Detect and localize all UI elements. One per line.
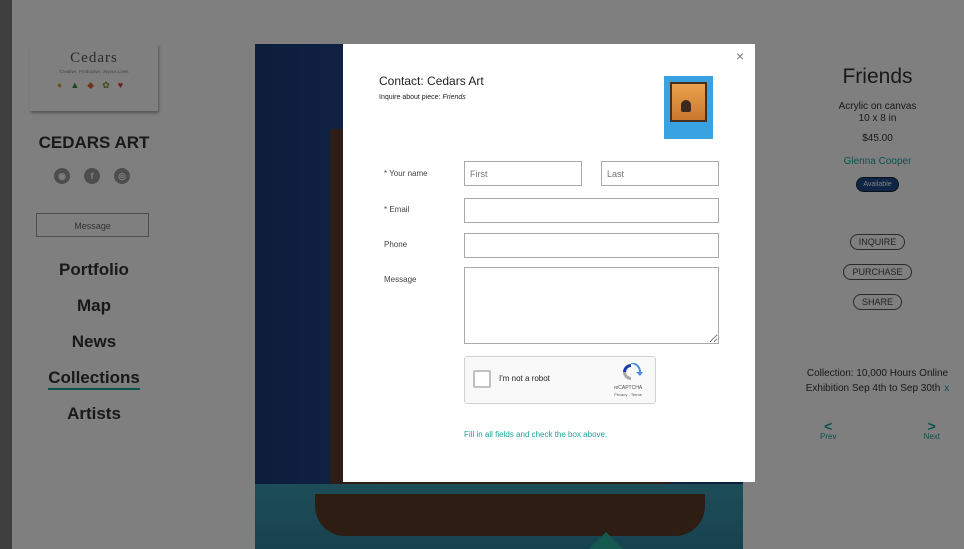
artwork-thumbnail [664, 76, 713, 139]
recaptcha-widget: I'm not a robot reCAPTCHA Privacy - Term… [464, 356, 656, 404]
phone-label: Phone [384, 240, 408, 249]
phone-field[interactable] [464, 233, 719, 258]
close-icon[interactable]: × [736, 48, 744, 64]
name-label: * Your name [384, 169, 428, 178]
form-hint: Fill in all fields and check the box abo… [464, 430, 608, 439]
piece-name: Friends [442, 94, 466, 101]
captcha-brand: reCAPTCHA [613, 385, 643, 391]
message-label: Message [384, 275, 417, 284]
captcha-label: I'm not a robot [499, 374, 550, 383]
message-textarea[interactable] [464, 267, 719, 344]
captcha-checkbox[interactable] [473, 370, 491, 388]
first-name-input[interactable] [464, 161, 582, 186]
last-name-input[interactable] [601, 161, 719, 186]
captcha-terms[interactable]: Privacy - Terms [608, 392, 648, 397]
contact-modal: × Contact: Cedars Art Inquire about piec… [343, 44, 755, 482]
recaptcha-icon [623, 363, 643, 380]
modal-subtitle: Inquire about piece: Friends [379, 94, 466, 101]
email-label: * Email [384, 205, 410, 214]
email-field[interactable] [464, 198, 719, 223]
modal-title: Contact: Cedars Art [379, 74, 484, 88]
